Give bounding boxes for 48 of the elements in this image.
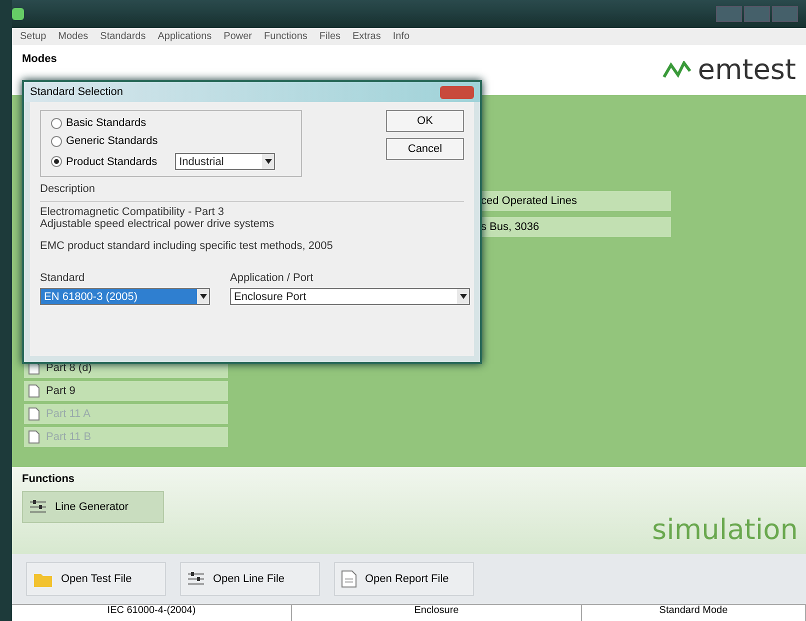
mode-item[interactable]: Part 9 (24, 381, 228, 401)
category-dropdown[interactable]: Industrial (175, 153, 276, 170)
document-icon (28, 384, 40, 398)
maximize-button[interactable] (744, 6, 770, 22)
status-field: Enclosure (292, 605, 582, 621)
toolbar-button[interactable]: Open Report File (334, 562, 474, 596)
document-icon (28, 407, 40, 421)
line-generator-button[interactable]: Line Generator (22, 491, 164, 523)
toolbar-button[interactable]: Open Test File (26, 562, 166, 596)
status-field: Standard Mode (582, 605, 806, 621)
standard-dropdown[interactable]: EN 61800-3 (2005) (40, 288, 210, 305)
toolbar-button[interactable]: Open Line File (180, 562, 320, 596)
app-icon (12, 8, 24, 20)
section-heading: Functions (22, 473, 75, 485)
status-field: IEC 61000-4-(2004) (12, 605, 292, 621)
description-text: Electromagnetic Compatibility - Part 3 (40, 206, 226, 218)
brand-logo: emtest (698, 53, 796, 86)
menu-item[interactable]: Files (319, 31, 341, 42)
ok-button[interactable]: OK (386, 110, 464, 132)
radio-option[interactable]: Basic Standards (51, 117, 291, 129)
tagline: simulation (652, 513, 798, 546)
section-heading: Modes (22, 53, 57, 65)
description-text: Adjustable speed electrical power drive systems (40, 218, 276, 230)
menu-item[interactable]: Power (224, 31, 252, 42)
sliders-icon (29, 499, 47, 515)
wave-logo-icon (662, 60, 692, 78)
menu-item[interactable]: Setup (20, 31, 46, 42)
description-text: EMC product standard including specific test methods, 2005 (40, 240, 334, 252)
menu-item[interactable]: Info (392, 31, 410, 42)
menu-item[interactable]: Functions (264, 31, 308, 42)
dialog-title: Standard Selection (30, 86, 123, 98)
radio-option[interactable]: Product Standards Industrial (51, 153, 291, 170)
menu-item[interactable]: Modes (58, 31, 88, 42)
menu-item[interactable]: Extras (352, 31, 381, 42)
field-label: Description (40, 183, 96, 195)
radio-option[interactable]: Generic Standards (51, 135, 291, 147)
field-label: Application / Port (230, 272, 314, 284)
mode-item[interactable]: ced Operated Lines (479, 191, 671, 211)
cancel-button[interactable]: Cancel (386, 138, 464, 160)
menu-item[interactable]: Standards (100, 31, 146, 42)
minimize-button[interactable] (716, 6, 742, 22)
sliders-icon (187, 571, 205, 587)
field-label: Standard (40, 272, 86, 284)
menu-item[interactable]: Applications (158, 31, 212, 42)
port-dropdown[interactable]: Enclosure Port (230, 288, 470, 305)
close-button[interactable] (440, 86, 474, 98)
document-icon (28, 430, 40, 444)
document-icon (341, 570, 357, 588)
